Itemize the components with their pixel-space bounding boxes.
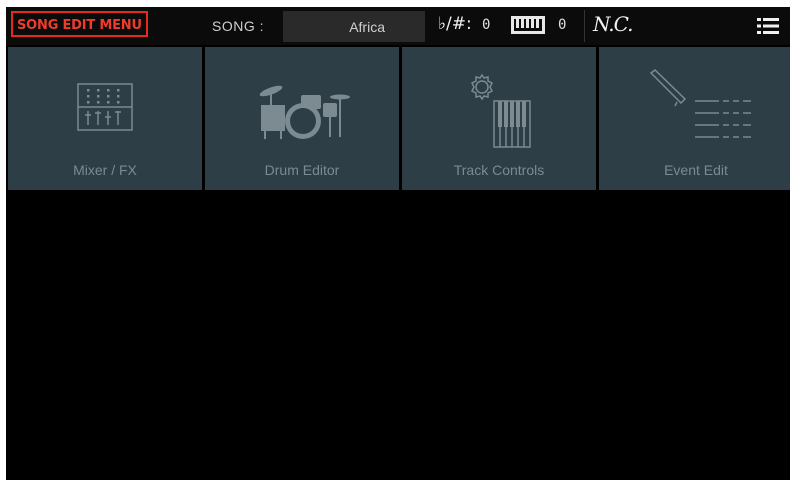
edit-menu-tiles: Mixer / FX Drum Editor Track Controls Ev… bbox=[8, 47, 790, 190]
keyboard-transpose-value[interactable]: 0 bbox=[558, 17, 566, 33]
transpose-value[interactable]: 0 bbox=[482, 17, 490, 33]
song-name: Africa bbox=[349, 19, 385, 35]
tile-label: Event Edit bbox=[664, 162, 728, 178]
song-label: SONG : bbox=[212, 18, 265, 34]
menu-list-icon[interactable] bbox=[757, 17, 779, 35]
track-controls-icon bbox=[470, 73, 531, 148]
content-area bbox=[6, 190, 790, 480]
tile-label: Mixer / FX bbox=[73, 162, 137, 178]
mixer-icon bbox=[77, 83, 133, 131]
chord-display: N.C. bbox=[593, 12, 634, 36]
song-select-field[interactable]: Africa bbox=[283, 11, 425, 42]
event-edit-icon bbox=[649, 69, 751, 138]
tile-label: Track Controls bbox=[453, 162, 545, 178]
keyboard-icon bbox=[511, 16, 545, 34]
tile-label: Drum Editor bbox=[264, 162, 340, 178]
menu-title: SONG EDIT MENU bbox=[11, 11, 148, 37]
drum-kit-icon bbox=[259, 85, 350, 139]
tile-track-controls[interactable]: Track Controls bbox=[402, 47, 596, 190]
tile-mixer-fx[interactable]: Mixer / FX bbox=[8, 47, 202, 190]
separator bbox=[584, 10, 585, 42]
tile-drum-editor[interactable]: Drum Editor bbox=[205, 47, 399, 190]
transpose-label: ♭/#: bbox=[438, 14, 472, 34]
song-edit-screen: SONG EDIT MENU SONG : Africa ♭/#: 0 0 N.… bbox=[6, 7, 790, 480]
tile-event-edit[interactable]: Event Edit bbox=[599, 47, 790, 190]
top-bar: SONG EDIT MENU SONG : Africa ♭/#: 0 0 N.… bbox=[6, 7, 790, 45]
